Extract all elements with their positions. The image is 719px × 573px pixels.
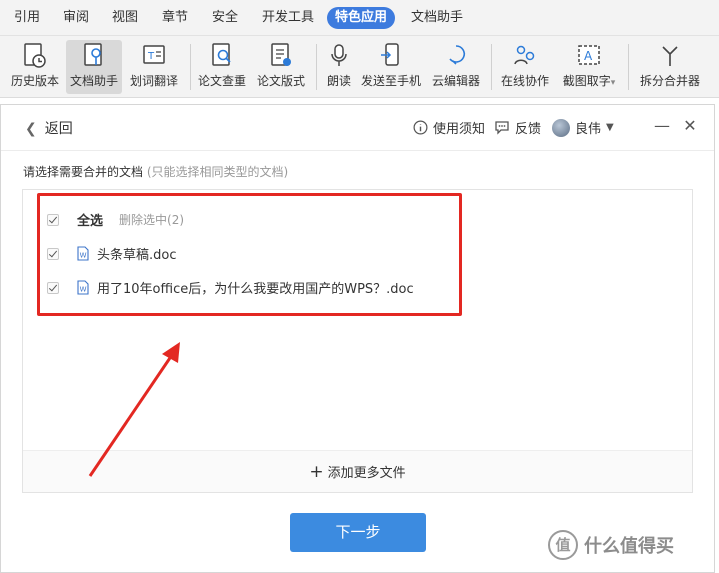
paper-format-icon [271, 43, 291, 66]
screenshot-ocr-button[interactable]: A 截图取字▾ [558, 40, 620, 94]
history-version-button[interactable]: 历史版本 [6, 40, 64, 94]
send-to-phone-button[interactable]: 发送至手机 [359, 40, 423, 94]
minimize-icon: — [654, 116, 670, 135]
paper-format-button[interactable]: 论文版式 [254, 40, 308, 94]
minimize-button[interactable]: — [651, 115, 673, 137]
file-checkbox[interactable] [47, 247, 59, 260]
chat-bubble-icon [495, 121, 509, 135]
ribbon-separator [190, 44, 191, 90]
svg-text:W: W [80, 286, 87, 294]
doc-assistant-icon [84, 43, 102, 66]
history-icon [24, 43, 46, 68]
send-to-phone-icon [381, 43, 399, 66]
file-name: 用了10年office后，为什么我要改用国产的WPS？.doc [97, 282, 414, 297]
cloud-editor-button[interactable]: 云编辑器 [428, 40, 484, 94]
ribbon-separator [491, 44, 492, 90]
doc-assistant-button[interactable]: 文档助手 [66, 40, 122, 94]
menu-tab-special-apps[interactable]: 特色应用 [327, 7, 396, 29]
online-collab-button[interactable]: 在线协作 [497, 40, 553, 94]
ribbon-separator [628, 44, 629, 90]
watermark-logo: 值 [548, 530, 578, 560]
split-merge-icon [662, 46, 678, 66]
info-icon [413, 120, 428, 135]
dropdown-caret-icon: ▾ [610, 78, 616, 88]
instruction-text: 请选择需要合并的文档 (只能选择相同类型的文档) [23, 165, 289, 179]
avatar [552, 118, 570, 137]
menu-tab-reference[interactable]: 引用 [14, 7, 40, 29]
ocr-icon: A [578, 45, 600, 65]
ribbon-separator [316, 44, 317, 90]
dialog-header: ❮ 返回 使用须知 反馈 良伟 ▼ — ✕ [1, 105, 714, 151]
menu-bar: 引用 审阅 视图 章节 安全 开发工具 特色应用 文档助手 [0, 0, 719, 36]
translate-icon: T [143, 45, 165, 64]
menu-tab-chapter[interactable]: 章节 [162, 7, 188, 29]
list-item: W 头条草稿.doc [47, 244, 177, 263]
word-translate-button[interactable]: T 划词翻译 [125, 40, 183, 94]
watermark: 值 什么值得买 [548, 530, 674, 560]
microphone-icon [331, 44, 347, 66]
usage-notice-button[interactable]: 使用须知 [413, 118, 485, 137]
read-aloud-button[interactable]: 朗读 [322, 40, 356, 94]
close-icon: ✕ [683, 116, 697, 135]
menu-tab-review[interactable]: 审阅 [63, 7, 89, 29]
select-all-row: 全选 删除选中(2) [47, 210, 184, 229]
file-checkbox[interactable] [47, 281, 59, 294]
ribbon-toolbar: 历史版本 文档助手 T 划词翻译 论文查重 论文版式 朗读 发送至手机 云编辑器… [0, 36, 719, 98]
menu-tab-doc-assistant[interactable]: 文档助手 [411, 7, 463, 29]
user-menu[interactable]: 良伟 ▼ [552, 118, 614, 137]
next-step-button[interactable]: 下一步 [290, 513, 426, 552]
select-all-checkbox[interactable] [47, 213, 59, 226]
select-all-label[interactable]: 全选 [77, 210, 103, 229]
svg-text:T: T [147, 51, 155, 62]
delete-selected-button[interactable]: 删除选中(2) [119, 211, 184, 228]
plagiarism-check-button[interactable]: 论文查重 [195, 40, 249, 94]
word-doc-icon: W [77, 280, 89, 295]
collaborate-icon [512, 45, 535, 70]
svg-text:W: W [80, 252, 87, 260]
close-button[interactable]: ✕ [679, 115, 701, 137]
cloud-editor-icon [449, 45, 465, 65]
menu-tab-security[interactable]: 安全 [212, 7, 238, 29]
menu-tab-view[interactable]: 视图 [112, 7, 138, 29]
plagiarism-check-icon [212, 43, 231, 66]
split-merge-button[interactable]: 拆分合并器 [636, 40, 704, 94]
caret-down-icon: ▼ [606, 122, 614, 133]
file-name: 头条草稿.doc [97, 248, 177, 263]
feedback-button[interactable]: 反馈 [494, 118, 541, 137]
word-doc-icon: W [77, 246, 89, 261]
svg-text:A: A [584, 49, 593, 63]
menu-tab-developer[interactable]: 开发工具 [262, 7, 314, 29]
chevron-left-icon: ❮ [25, 121, 37, 137]
red-arrow-annotation [88, 342, 180, 477]
list-item: W 用了10年office后，为什么我要改用国产的WPS？.doc [47, 278, 414, 297]
plus-icon: + [309, 462, 324, 482]
back-button[interactable]: ❮ 返回 [25, 118, 73, 138]
